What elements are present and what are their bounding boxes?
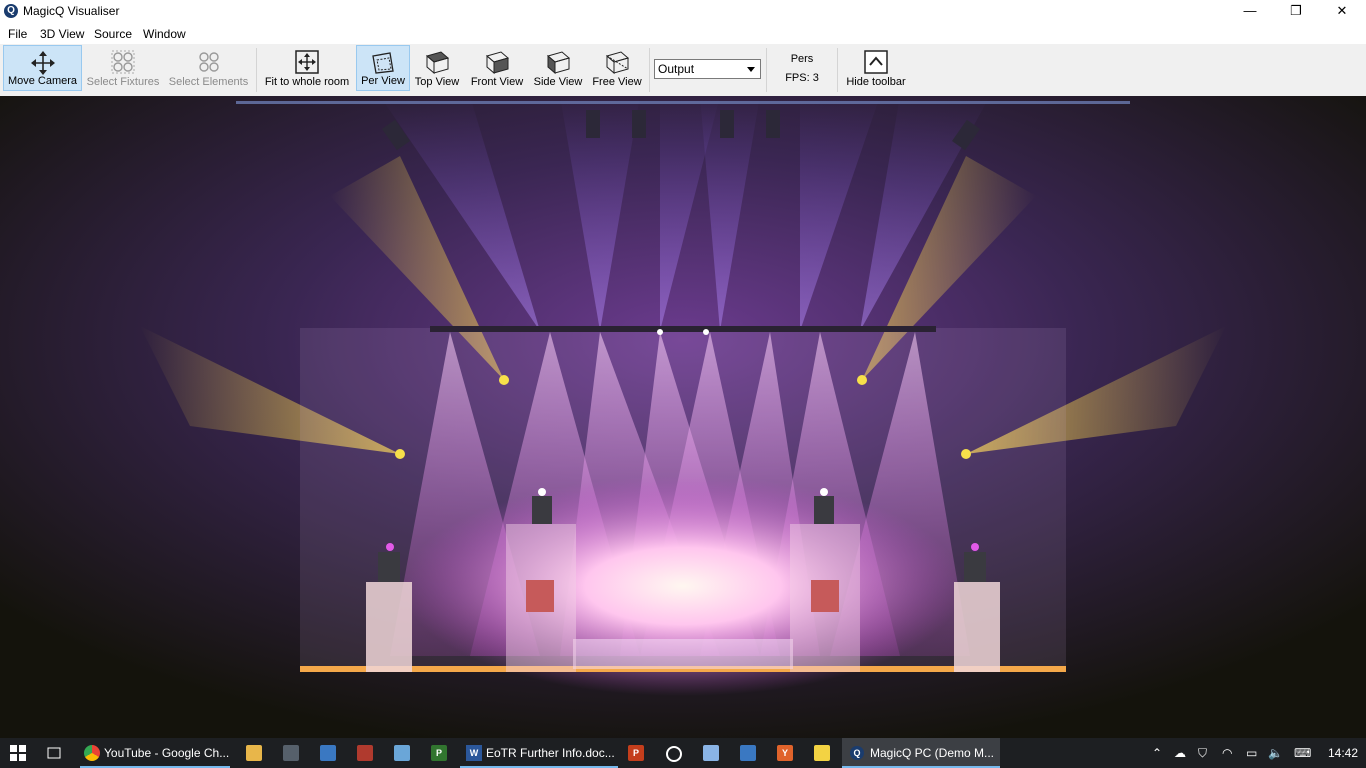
menu-3d-view[interactable]: 3D View: [40, 27, 84, 41]
wifi-icon[interactable]: ◠: [1222, 738, 1232, 768]
menu-bar: File 3D View Source Window: [0, 24, 1366, 44]
chrome-icon: [84, 745, 100, 761]
top-view-icon: [425, 51, 450, 75]
maximize-button[interactable]: ❐: [1273, 0, 1319, 23]
app-2016-icon[interactable]: [357, 745, 373, 761]
side-view-button[interactable]: Side View: [532, 45, 584, 91]
toolbar-separator: [256, 48, 257, 92]
toolbar-separator: [766, 48, 767, 92]
toolbar: Move Camera Select Fixtures Select Eleme…: [0, 44, 1366, 97]
chevron-up-icon: [864, 50, 888, 74]
file-explorer-icon[interactable]: [246, 745, 262, 761]
source-dropdown[interactable]: Output: [654, 59, 761, 79]
select-fixtures-button[interactable]: Select Fixtures: [84, 45, 162, 91]
close-button[interactable]: ✕: [1319, 0, 1365, 23]
show-hidden-icons-chevron-up-icon[interactable]: ⌃: [1152, 738, 1162, 768]
select-elements-label: Select Elements: [168, 76, 249, 88]
clock[interactable]: 14:42: [1328, 738, 1358, 768]
top-view-label: Top View: [414, 76, 460, 88]
app-icon[interactable]: [703, 745, 719, 761]
taskbar-app-word[interactable]: W EoTR Further Info.doc...: [460, 738, 618, 768]
stage-render: [0, 96, 1366, 738]
fixtures-grid-icon: [111, 50, 135, 74]
magicq-app-icon: Q: [4, 4, 18, 18]
toolbar-separator: [837, 48, 838, 92]
task-view-icon[interactable]: [46, 745, 62, 761]
3d-viewport[interactable]: [0, 96, 1366, 738]
move-camera-button[interactable]: Move Camera: [3, 45, 82, 91]
fit-frame-icon: [295, 50, 319, 74]
app-icon[interactable]: Y: [777, 745, 793, 761]
battery-icon[interactable]: ▭: [1246, 738, 1257, 768]
chevron-down-icon: [747, 67, 755, 72]
move-arrows-icon: [30, 51, 55, 75]
taskbar-app-label: YouTube - Google Ch...: [104, 746, 230, 760]
perspective-view-icon: [372, 52, 394, 74]
free-view-icon: [605, 51, 630, 75]
powerpoint-icon[interactable]: P: [628, 745, 644, 761]
keyboard-icon[interactable]: ⌨: [1294, 738, 1311, 768]
magicq-app-icon: Q: [850, 746, 864, 760]
window-title: MagicQ Visualiser: [23, 4, 120, 18]
hide-toolbar-button[interactable]: Hide toolbar: [843, 45, 909, 91]
taskbar-app-label: EoTR Further Info.doc...: [486, 746, 615, 760]
source-dropdown-value: Output: [658, 62, 695, 76]
taskbar-app-chrome[interactable]: YouTube - Google Ch...: [80, 738, 230, 768]
menu-file[interactable]: File: [8, 27, 27, 41]
volume-icon[interactable]: 🔈: [1268, 738, 1283, 768]
free-view-button[interactable]: Free View: [590, 45, 644, 91]
app-icon[interactable]: [320, 745, 336, 761]
per-view-label: Per View: [361, 75, 405, 87]
projection-mode: Pers: [790, 53, 814, 65]
front-view-icon: [485, 51, 510, 75]
per-view-button[interactable]: Per View: [356, 45, 410, 91]
free-view-label: Free View: [592, 76, 642, 88]
shield-icon[interactable]: ⛉: [1198, 738, 1207, 768]
taskbar-app-label: MagicQ PC (Demo M...: [870, 746, 995, 760]
outlook-icon[interactable]: [740, 745, 756, 761]
taskbar-app-magicq[interactable]: Q MagicQ PC (Demo M...: [842, 738, 1000, 768]
word-icon: W: [466, 745, 482, 761]
tool-icon[interactable]: [283, 745, 299, 761]
minimize-button[interactable]: —: [1227, 0, 1273, 23]
select-elements-button[interactable]: Select Elements: [166, 45, 251, 91]
move-camera-label: Move Camera: [7, 75, 78, 87]
app-icon[interactable]: [394, 745, 410, 761]
project-icon[interactable]: P: [431, 745, 447, 761]
hide-toolbar-label: Hide toolbar: [846, 76, 906, 88]
elements-grid-icon: [198, 52, 219, 72]
front-view-label: Front View: [470, 76, 524, 88]
app-icon[interactable]: [666, 746, 682, 762]
tray-app-icon[interactable]: ☁: [1174, 738, 1186, 768]
title-bar: Q MagicQ Visualiser — ❐ ✕: [0, 0, 1366, 23]
toolbar-separator: [649, 48, 650, 92]
front-view-button[interactable]: Front View: [468, 45, 526, 91]
fps-counter: FPS: 3: [785, 72, 819, 84]
windows-start-icon[interactable]: [10, 745, 26, 761]
fit-room-label: Fit to whole room: [264, 76, 350, 88]
sticky-notes-icon[interactable]: [814, 745, 830, 761]
select-fixtures-label: Select Fixtures: [86, 76, 160, 88]
side-view-icon: [546, 51, 571, 75]
side-view-label: Side View: [533, 76, 583, 88]
fit-room-button[interactable]: Fit to whole room: [262, 45, 352, 91]
windows-taskbar: YouTube - Google Ch... P W EoTR Further …: [0, 738, 1366, 768]
menu-window[interactable]: Window: [143, 27, 186, 41]
menu-source[interactable]: Source: [94, 27, 132, 41]
top-view-button[interactable]: Top View: [412, 45, 462, 91]
